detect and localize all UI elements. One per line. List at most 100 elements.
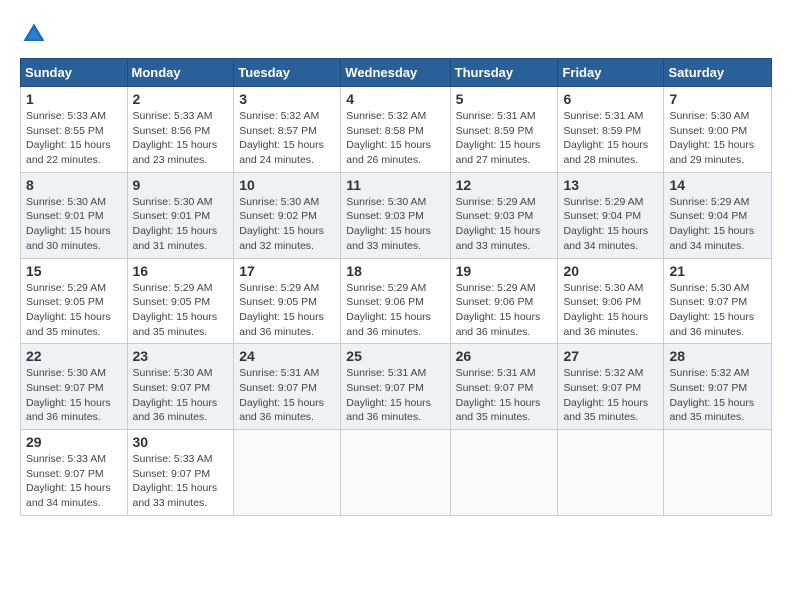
day-info: Sunrise: 5:33 AM Sunset: 8:55 PM Dayligh… xyxy=(26,109,122,168)
weekday-header-friday: Friday xyxy=(558,59,664,87)
day-number: 14 xyxy=(669,177,766,193)
calendar-cell xyxy=(664,430,772,516)
day-number: 4 xyxy=(346,91,444,107)
day-info: Sunrise: 5:30 AM Sunset: 9:00 PM Dayligh… xyxy=(669,109,766,168)
calendar-cell: 11 Sunrise: 5:30 AM Sunset: 9:03 PM Dayli… xyxy=(341,172,450,258)
calendar-cell: 14Sunrise: 5:29 AM Sunset: 9:04 PM Dayli… xyxy=(664,172,772,258)
calendar-row-5: 29 Sunrise: 5:33 AM Sunset: 9:07 PM Dayli… xyxy=(21,430,772,516)
calendar-cell: 28 Sunrise: 5:32 AM Sunset: 9:07 PM Dayli… xyxy=(664,344,772,430)
day-info: Sunrise: 5:29 AM Sunset: 9:05 PM Dayligh… xyxy=(239,281,335,340)
day-info: Sunrise: 5:30 AM Sunset: 9:07 PM Dayligh… xyxy=(133,366,229,425)
day-info: Sunrise: 5:30 AM Sunset: 9:02 PM Dayligh… xyxy=(239,195,335,254)
calendar-cell xyxy=(234,430,341,516)
day-number: 5 xyxy=(456,91,553,107)
day-info: Sunrise: 5:33 AM Sunset: 9:07 PM Dayligh… xyxy=(26,452,122,511)
day-number: 2 xyxy=(133,91,229,107)
day-number: 21 xyxy=(669,263,766,279)
calendar-cell: 17 Sunrise: 5:29 AM Sunset: 9:05 PM Dayli… xyxy=(234,258,341,344)
day-info: Sunrise: 5:30 AM Sunset: 9:01 PM Dayligh… xyxy=(133,195,229,254)
day-info: Sunrise: 5:31 AM Sunset: 8:59 PM Dayligh… xyxy=(563,109,658,168)
day-info: Sunrise: 5:30 AM Sunset: 9:07 PM Dayligh… xyxy=(669,281,766,340)
day-info: Sunrise: 5:29 AM Sunset: 9:04 PM Dayligh… xyxy=(563,195,658,254)
day-info: Sunrise: 5:29 AM Sunset: 9:06 PM Dayligh… xyxy=(346,281,444,340)
calendar-cell: 29 Sunrise: 5:33 AM Sunset: 9:07 PM Dayli… xyxy=(21,430,128,516)
calendar-cell: 25 Sunrise: 5:31 AM Sunset: 9:07 PM Dayli… xyxy=(341,344,450,430)
day-info: Sunrise: 5:30 AM Sunset: 9:01 PM Dayligh… xyxy=(26,195,122,254)
day-number: 11 xyxy=(346,177,444,193)
weekday-header-monday: Monday xyxy=(127,59,234,87)
calendar-row-3: 15 Sunrise: 5:29 AM Sunset: 9:05 PM Dayli… xyxy=(21,258,772,344)
day-info: Sunrise: 5:29 AM Sunset: 9:05 PM Dayligh… xyxy=(26,281,122,340)
weekday-header-thursday: Thursday xyxy=(450,59,558,87)
calendar: SundayMondayTuesdayWednesdayThursdayFrid… xyxy=(20,58,772,516)
calendar-cell: 22Sunrise: 5:30 AM Sunset: 9:07 PM Dayli… xyxy=(21,344,128,430)
day-info: Sunrise: 5:30 AM Sunset: 9:06 PM Dayligh… xyxy=(563,281,658,340)
calendar-cell xyxy=(558,430,664,516)
day-info: Sunrise: 5:32 AM Sunset: 8:58 PM Dayligh… xyxy=(346,109,444,168)
day-info: Sunrise: 5:31 AM Sunset: 9:07 PM Dayligh… xyxy=(239,366,335,425)
calendar-cell: 10 Sunrise: 5:30 AM Sunset: 9:02 PM Dayli… xyxy=(234,172,341,258)
calendar-cell: 20 Sunrise: 5:30 AM Sunset: 9:06 PM Dayli… xyxy=(558,258,664,344)
day-number: 1 xyxy=(26,91,122,107)
calendar-cell: 8 Sunrise: 5:30 AM Sunset: 9:01 PM Daylig… xyxy=(21,172,128,258)
day-info: Sunrise: 5:31 AM Sunset: 9:07 PM Dayligh… xyxy=(456,366,553,425)
calendar-cell: 16 Sunrise: 5:29 AM Sunset: 9:05 PM Dayli… xyxy=(127,258,234,344)
calendar-cell xyxy=(341,430,450,516)
calendar-cell: 30Sunrise: 5:33 AM Sunset: 9:07 PM Dayli… xyxy=(127,430,234,516)
calendar-cell: 5 Sunrise: 5:31 AM Sunset: 8:59 PM Daylig… xyxy=(450,87,558,173)
day-number: 17 xyxy=(239,263,335,279)
day-info: Sunrise: 5:32 AM Sunset: 9:07 PM Dayligh… xyxy=(669,366,766,425)
calendar-cell: 12 Sunrise: 5:29 AM Sunset: 9:03 PM Dayli… xyxy=(450,172,558,258)
day-info: Sunrise: 5:31 AM Sunset: 8:59 PM Dayligh… xyxy=(456,109,553,168)
day-info: Sunrise: 5:33 AM Sunset: 8:56 PM Dayligh… xyxy=(133,109,229,168)
calendar-cell: 19 Sunrise: 5:29 AM Sunset: 9:06 PM Dayli… xyxy=(450,258,558,344)
day-info: Sunrise: 5:29 AM Sunset: 9:06 PM Dayligh… xyxy=(456,281,553,340)
day-number: 23 xyxy=(133,348,229,364)
day-info: Sunrise: 5:29 AM Sunset: 9:03 PM Dayligh… xyxy=(456,195,553,254)
day-info: Sunrise: 5:30 AM Sunset: 9:03 PM Dayligh… xyxy=(346,195,444,254)
day-number: 26 xyxy=(456,348,553,364)
day-info: Sunrise: 5:31 AM Sunset: 9:07 PM Dayligh… xyxy=(346,366,444,425)
calendar-row-1: 1 Sunrise: 5:33 AM Sunset: 8:55 PM Daylig… xyxy=(21,87,772,173)
day-number: 9 xyxy=(133,177,229,193)
day-number: 25 xyxy=(346,348,444,364)
day-number: 29 xyxy=(26,434,122,450)
calendar-cell: 4 Sunrise: 5:32 AM Sunset: 8:58 PM Daylig… xyxy=(341,87,450,173)
day-number: 20 xyxy=(563,263,658,279)
calendar-cell xyxy=(450,430,558,516)
calendar-cell: 24 Sunrise: 5:31 AM Sunset: 9:07 PM Dayli… xyxy=(234,344,341,430)
calendar-cell: 3Sunrise: 5:32 AM Sunset: 8:57 PM Daylig… xyxy=(234,87,341,173)
day-info: Sunrise: 5:32 AM Sunset: 9:07 PM Dayligh… xyxy=(563,366,658,425)
day-info: Sunrise: 5:29 AM Sunset: 9:05 PM Dayligh… xyxy=(133,281,229,340)
calendar-cell: 2 Sunrise: 5:33 AM Sunset: 8:56 PM Daylig… xyxy=(127,87,234,173)
day-number: 27 xyxy=(563,348,658,364)
logo-icon xyxy=(20,20,48,48)
day-info: Sunrise: 5:32 AM Sunset: 8:57 PM Dayligh… xyxy=(239,109,335,168)
calendar-cell: 27 Sunrise: 5:32 AM Sunset: 9:07 PM Dayli… xyxy=(558,344,664,430)
calendar-cell: 26 Sunrise: 5:31 AM Sunset: 9:07 PM Dayli… xyxy=(450,344,558,430)
calendar-cell: 21 Sunrise: 5:30 AM Sunset: 9:07 PM Dayli… xyxy=(664,258,772,344)
day-number: 15 xyxy=(26,263,122,279)
day-number: 28 xyxy=(669,348,766,364)
day-number: 13 xyxy=(563,177,658,193)
calendar-cell: 9 Sunrise: 5:30 AM Sunset: 9:01 PM Daylig… xyxy=(127,172,234,258)
day-number: 8 xyxy=(26,177,122,193)
day-number: 19 xyxy=(456,263,553,279)
weekday-header-sunday: Sunday xyxy=(21,59,128,87)
calendar-cell: 18 Sunrise: 5:29 AM Sunset: 9:06 PM Dayli… xyxy=(341,258,450,344)
calendar-cell: 1 Sunrise: 5:33 AM Sunset: 8:55 PM Daylig… xyxy=(21,87,128,173)
day-number: 7 xyxy=(669,91,766,107)
day-number: 12 xyxy=(456,177,553,193)
day-number: 16 xyxy=(133,263,229,279)
calendar-cell: 23 Sunrise: 5:30 AM Sunset: 9:07 PM Dayli… xyxy=(127,344,234,430)
calendar-cell: 6 Sunrise: 5:31 AM Sunset: 8:59 PM Daylig… xyxy=(558,87,664,173)
day-number: 10 xyxy=(239,177,335,193)
day-info: Sunrise: 5:33 AM Sunset: 9:07 PM Dayligh… xyxy=(133,452,229,511)
weekday-header-wednesday: Wednesday xyxy=(341,59,450,87)
day-number: 6 xyxy=(563,91,658,107)
day-number: 22 xyxy=(26,348,122,364)
day-number: 24 xyxy=(239,348,335,364)
page-header xyxy=(20,20,772,48)
calendar-cell: 7 Sunrise: 5:30 AM Sunset: 9:00 PM Daylig… xyxy=(664,87,772,173)
day-number: 18 xyxy=(346,263,444,279)
